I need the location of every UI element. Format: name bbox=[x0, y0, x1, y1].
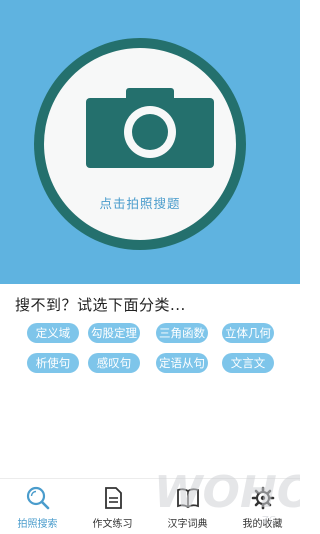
tag-pythagorean[interactable]: 勾股定理 bbox=[88, 323, 140, 343]
tab-favorites[interactable]: 我的收藏 bbox=[225, 479, 300, 534]
search-icon bbox=[26, 486, 50, 510]
book-icon bbox=[177, 488, 199, 509]
camera-hero: 点击拍照搜题 bbox=[0, 0, 300, 284]
tab-label: 拍照搜索 bbox=[17, 519, 58, 530]
tab-label: 汉字词典 bbox=[167, 519, 208, 530]
tab-composition[interactable]: 作文练习 bbox=[75, 479, 150, 534]
tab-dictionary[interactable]: 汉字词典 bbox=[150, 479, 225, 534]
tag-attributive-clause[interactable]: 定语从句 bbox=[156, 353, 208, 373]
tab-label: 作文练习 bbox=[92, 519, 133, 530]
gear-icon bbox=[251, 486, 275, 510]
tab-label: 我的收藏 bbox=[242, 519, 283, 530]
tag-trigonometry[interactable]: 三角函数 bbox=[156, 323, 208, 343]
tag-definition-domain[interactable]: 定义域 bbox=[27, 323, 79, 343]
category-heading: 搜不到？试选下面分类... bbox=[15, 296, 186, 314]
document-icon bbox=[105, 487, 122, 509]
tag-sentence-1[interactable]: 析使句 bbox=[27, 353, 79, 373]
bottom-tab-bar: 拍照搜索 作文练习 汉字词典 我的收藏 bbox=[0, 478, 300, 534]
camera-icon[interactable] bbox=[86, 88, 214, 168]
tag-exclamatory[interactable]: 感叹句 bbox=[88, 353, 140, 373]
camera-caption[interactable]: 点击拍照搜题 bbox=[44, 193, 236, 212]
tab-photo-search[interactable]: 拍照搜索 bbox=[0, 479, 75, 534]
tag-classical-chinese[interactable]: 文言文 bbox=[222, 353, 274, 373]
tag-solid-geometry[interactable]: 立体几何 bbox=[222, 323, 274, 343]
